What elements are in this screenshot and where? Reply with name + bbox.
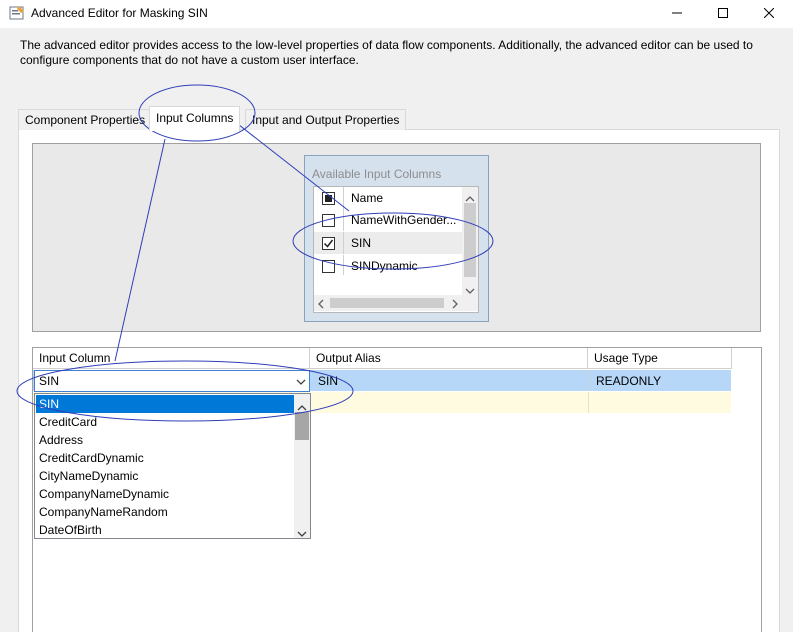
scroll-thumb[interactable] [464,203,476,277]
dropdown-item-companynamerandom[interactable]: CompanyNameRandom [36,503,295,521]
dropdown-item-dateofbirth[interactable]: DateOfBirth [36,521,295,538]
column-checkbox[interactable] [322,260,335,273]
chevron-down-icon[interactable] [297,526,307,538]
output-alias-cell[interactable]: SIN [314,371,338,391]
available-columns-header: Name [314,187,462,209]
maximize-button[interactable] [700,0,746,28]
chevron-down-icon [296,374,306,388]
horizontal-scrollbar[interactable] [314,295,478,311]
tab-input-output-properties[interactable]: Input and Output Properties [245,109,407,130]
window-title: Advanced Editor for Masking SIN [31,6,208,20]
dropdown-item-sin[interactable]: SIN [36,395,295,413]
dropdown-item-creditcarddynamic[interactable]: CreditCardDynamic [36,449,295,467]
input-column-dropdown-list: SIN CreditCard Address CreditCardDynamic… [34,393,311,539]
minimize-icon [672,7,682,21]
tab-component-properties[interactable]: Component Properties [18,109,153,130]
input-column-header[interactable]: Input Column [33,348,310,369]
dropdown-item-creditcard[interactable]: CreditCard [36,413,295,431]
close-button[interactable] [746,0,792,28]
chevron-left-icon[interactable] [318,298,324,312]
available-columns-list: Name NameWithGender... SIN SINDynamic [313,186,479,313]
available-columns-title: Available Input Columns [312,167,442,181]
output-alias-header[interactable]: Output Alias [310,348,588,369]
usage-type-cell[interactable]: READONLY [592,371,661,391]
chevron-right-icon[interactable] [452,298,458,312]
vertical-scrollbar[interactable] [462,187,478,295]
dropdown-item-address[interactable]: Address [36,431,295,449]
maximize-icon [718,7,728,21]
select-all-checkbox[interactable] [322,192,335,205]
list-item[interactable]: SINDynamic [314,255,462,275]
name-column-header: Name [351,191,384,205]
dropdown-button[interactable] [293,371,309,391]
list-item[interactable]: NameWithGender... [314,209,462,231]
column-checkbox[interactable] [322,237,335,250]
input-column-combobox[interactable]: SIN [34,370,310,392]
description-text: The advanced editor provides access to t… [20,38,753,67]
list-item[interactable]: SIN [314,232,462,254]
minimize-button[interactable] [654,0,700,28]
dropdown-item-citynamedynamic[interactable]: CityNameDynamic [36,467,295,485]
dropdown-scrollbar[interactable] [294,394,310,538]
app-icon [9,5,25,21]
usage-type-header[interactable]: Usage Type [588,348,732,369]
dropdown-item-companynamedynamic[interactable]: CompanyNameDynamic [36,485,295,503]
combobox-value: SIN [39,374,60,388]
close-icon [763,7,775,21]
tab-input-columns[interactable]: Input Columns [149,106,241,131]
scroll-thumb[interactable] [330,298,444,308]
column-checkbox[interactable] [322,214,335,227]
scroll-thumb[interactable] [295,412,309,440]
